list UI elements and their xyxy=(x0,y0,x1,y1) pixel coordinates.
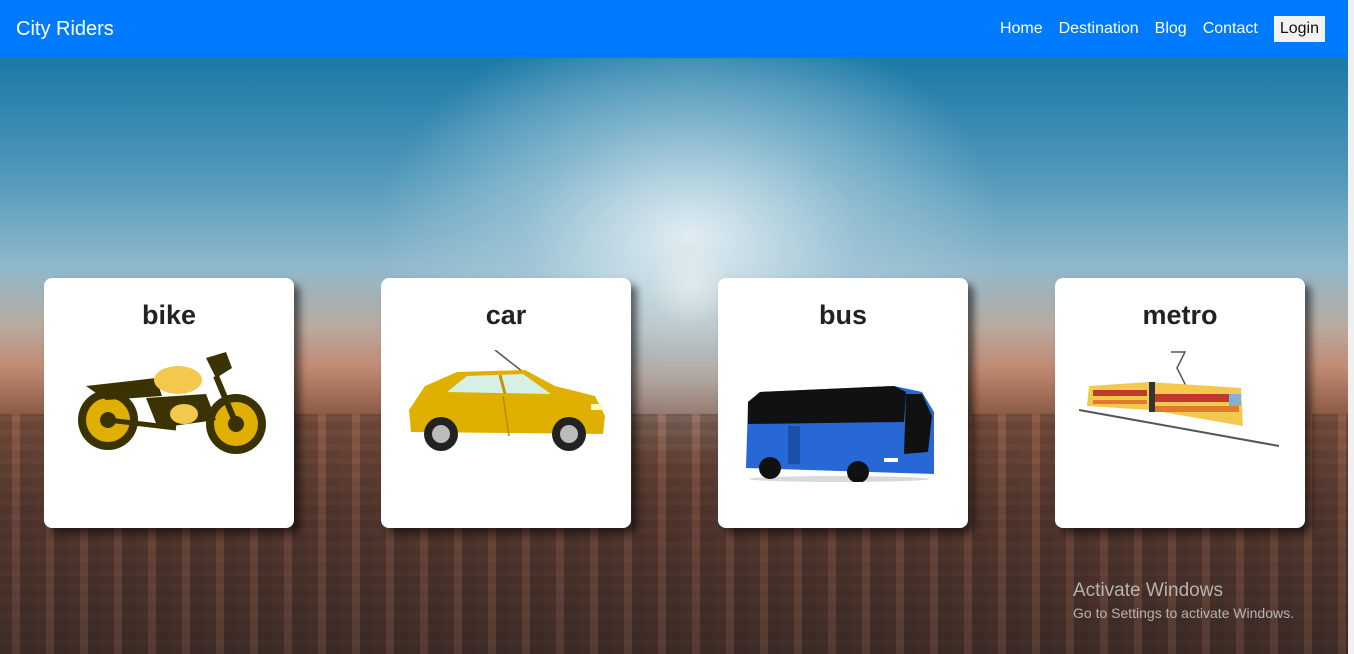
motorcycle-icon xyxy=(78,352,266,454)
brand-logo[interactable]: City Riders xyxy=(16,18,1000,41)
login-button[interactable]: Login xyxy=(1273,16,1325,42)
card-bike[interactable]: bike xyxy=(44,278,294,528)
nav-links: Home Destination Blog Contact Login xyxy=(1000,16,1338,42)
watermark-title: Activate Windows xyxy=(1073,580,1223,601)
windows-activation-watermark: Activate Windows Go to Settings to activ… xyxy=(1073,580,1294,621)
card-car[interactable]: car xyxy=(381,278,631,528)
card-title-metro: metro xyxy=(1142,300,1218,330)
card-title-bike: bike xyxy=(141,300,197,330)
nav-link-contact[interactable]: Contact xyxy=(1203,20,1258,38)
nav-link-blog[interactable]: Blog xyxy=(1155,20,1187,38)
tram-icon xyxy=(1079,351,1280,447)
card-metro[interactable]: metro xyxy=(1055,278,1305,528)
bus-icon xyxy=(746,386,934,482)
card-title-bus: bus xyxy=(818,300,867,330)
nav-link-destination[interactable]: Destination xyxy=(1059,20,1139,38)
page-scrollbar[interactable] xyxy=(1348,0,1354,654)
card-bus[interactable]: bus xyxy=(718,278,968,528)
card-title-car: car xyxy=(485,300,527,330)
nav-link-home[interactable]: Home xyxy=(1000,20,1043,38)
car-icon xyxy=(409,350,605,451)
navbar: City Riders Home Destination Blog Contac… xyxy=(0,0,1354,58)
watermark-subtitle: Go to Settings to activate Windows. xyxy=(1073,605,1294,621)
